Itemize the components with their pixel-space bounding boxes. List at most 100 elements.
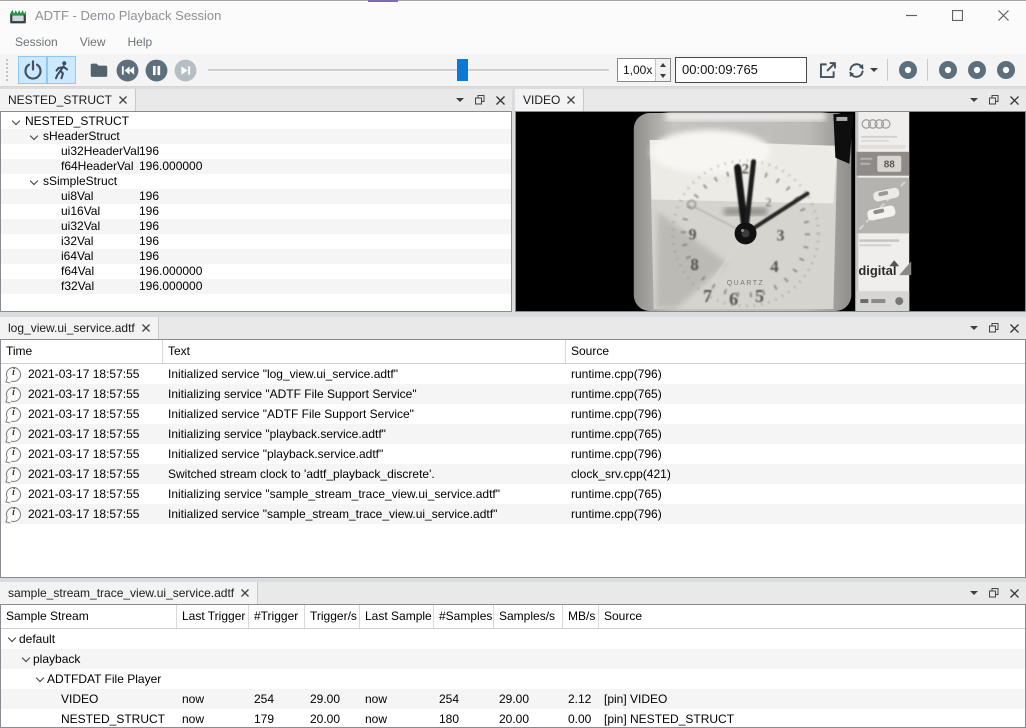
log-source: runtime.cpp(796) (566, 444, 1025, 464)
tab-video[interactable]: VIDEO (515, 89, 584, 111)
log-row[interactable]: 2021-03-17 18:57:55 Switched stream cloc… (1, 464, 1025, 484)
tree-row[interactable]: i32Val 196 (1, 234, 511, 249)
stream-row[interactable]: default (1, 629, 1025, 649)
column-header[interactable]: Time (1, 340, 163, 363)
tree-row[interactable]: NESTED_STRUCT (1, 114, 511, 129)
tab-close-icon[interactable] (142, 324, 150, 332)
log-row[interactable]: 2021-03-17 18:57:55 Initialized service … (1, 404, 1025, 424)
panel-menu-button[interactable] (450, 90, 470, 110)
slider-handle[interactable] (457, 59, 468, 81)
panel-float-button[interactable] (984, 90, 1004, 110)
pause-button[interactable] (142, 56, 171, 84)
log-row[interactable]: 2021-03-17 18:57:55 Initialized service … (1, 444, 1025, 464)
column-header[interactable]: Sample Stream (1, 605, 177, 628)
close-button[interactable] (980, 1, 1026, 30)
skip-to-end-button[interactable] (171, 56, 200, 84)
log-row[interactable]: 2021-03-17 18:57:55 Initializing service… (1, 384, 1025, 404)
detach-window-button[interactable] (813, 56, 842, 84)
column-header[interactable]: #Trigger (249, 605, 305, 628)
open-file-button[interactable] (84, 56, 113, 84)
expand-chevron-icon[interactable] (33, 673, 47, 685)
stream-row[interactable]: NESTED_STRUCT now 179 20.00 now 180 20.0… (1, 709, 1025, 728)
info-icon (6, 387, 21, 402)
column-header[interactable]: Source (566, 340, 1025, 363)
tab-close-icon[interactable] (241, 589, 249, 597)
last-sample-cell: now (360, 689, 434, 709)
stream-row[interactable]: ADTFDAT File Player (1, 669, 1025, 689)
expand-chevron-icon[interactable] (27, 176, 43, 188)
panel-close-button[interactable] (490, 90, 510, 110)
panel-float-button[interactable] (984, 583, 1004, 603)
tree-row[interactable]: f64HeaderVal 196.000000 (1, 159, 511, 174)
trigger-count-cell: 254 (249, 689, 305, 709)
log-row[interactable]: 2021-03-17 18:57:55 Initialized service … (1, 364, 1025, 384)
tree-item-name: f32Val (61, 279, 94, 294)
panel-float-button[interactable] (470, 90, 490, 110)
rewind-button[interactable] (113, 56, 142, 84)
playback-slider[interactable] (208, 56, 609, 84)
tab-close-icon[interactable] (567, 96, 575, 104)
tree-row[interactable]: sHeaderStruct (1, 129, 511, 144)
log-row[interactable]: 2021-03-17 18:57:55 Initialized service … (1, 504, 1025, 524)
window-title: ADTF - Demo Playback Session (35, 8, 221, 23)
speed-up-button[interactable] (656, 59, 670, 70)
stream-row[interactable]: VIDEO now 254 29.00 now 254 29.00 2.12 [… (1, 689, 1025, 709)
slider-track[interactable] (208, 69, 609, 72)
marker-button-1[interactable] (893, 56, 922, 84)
stream-name: playback (33, 649, 80, 669)
speed-down-button[interactable] (656, 70, 670, 81)
tree-row[interactable]: f32Val 196.000000 (1, 279, 511, 294)
panel-close-button[interactable] (1004, 583, 1024, 603)
speed-spinbox[interactable]: 1,00x (617, 58, 671, 82)
tree-item-name: i64Val (61, 249, 93, 264)
column-header[interactable]: MB/s (563, 605, 599, 628)
loop-dropdown-arrow[interactable] (870, 68, 878, 72)
tree-row[interactable]: f64Val 196.000000 (1, 264, 511, 279)
tree-row[interactable]: ui32Val 196 (1, 219, 511, 234)
loop-button[interactable] (842, 56, 882, 84)
column-header[interactable]: Last Trigger (177, 605, 249, 628)
column-header[interactable]: Samples/s (494, 605, 563, 628)
tab-log-view[interactable]: log_view.ui_service.adtf (0, 317, 159, 339)
menu-item[interactable]: Session (4, 32, 69, 52)
marker-button-2[interactable] (933, 56, 962, 84)
column-header[interactable]: Text (163, 340, 566, 363)
expand-chevron-icon[interactable] (5, 633, 19, 645)
panel-close-button[interactable] (1004, 318, 1024, 338)
tree-row[interactable]: i64Val 196 (1, 249, 511, 264)
expand-chevron-icon[interactable] (9, 116, 25, 128)
marker-button-4[interactable] (991, 56, 1020, 84)
column-header[interactable]: #Samples (434, 605, 494, 628)
run-session-button[interactable] (47, 56, 76, 84)
minimize-button[interactable] (888, 1, 934, 30)
log-row[interactable]: 2021-03-17 18:57:55 Initializing service… (1, 484, 1025, 504)
panel-float-button[interactable] (984, 318, 1004, 338)
log-source: runtime.cpp(765) (566, 424, 1025, 444)
toolbar-drag-handle[interactable] (6, 59, 13, 81)
menu-item[interactable]: View (69, 32, 117, 52)
tree-row[interactable]: ui16Val 196 (1, 204, 511, 219)
tree-row[interactable]: sSimpleStruct (1, 174, 511, 189)
menu-item[interactable]: Help (117, 32, 164, 52)
column-header[interactable]: Last Sample (360, 605, 434, 628)
panel-close-button[interactable] (1004, 90, 1024, 110)
log-row[interactable]: 2021-03-17 18:57:55 Initializing service… (1, 424, 1025, 444)
marker-button-3[interactable] (962, 56, 991, 84)
maximize-button[interactable] (934, 1, 980, 30)
panel-menu-button[interactable] (964, 583, 984, 603)
column-header[interactable]: Trigger/s (305, 605, 360, 628)
expand-chevron-icon[interactable] (19, 653, 33, 665)
tab-nested-struct[interactable]: NESTED_STRUCT (0, 89, 136, 111)
tab-trace-view[interactable]: sample_stream_trace_view.ui_service.adtf (0, 582, 258, 604)
panel-menu-button[interactable] (964, 90, 984, 110)
time-display: 00:00:09:765 (675, 57, 807, 83)
tree-item-name: f64Val (61, 264, 94, 279)
power-session-button[interactable] (18, 56, 47, 84)
tab-close-icon[interactable] (119, 96, 127, 104)
column-header[interactable]: Source (599, 605, 1025, 628)
tree-row[interactable]: ui32HeaderVal 196 (1, 144, 511, 159)
expand-chevron-icon[interactable] (27, 131, 43, 143)
panel-menu-button[interactable] (964, 318, 984, 338)
stream-row[interactable]: playback (1, 649, 1025, 669)
tree-row[interactable]: ui8Val 196 (1, 189, 511, 204)
